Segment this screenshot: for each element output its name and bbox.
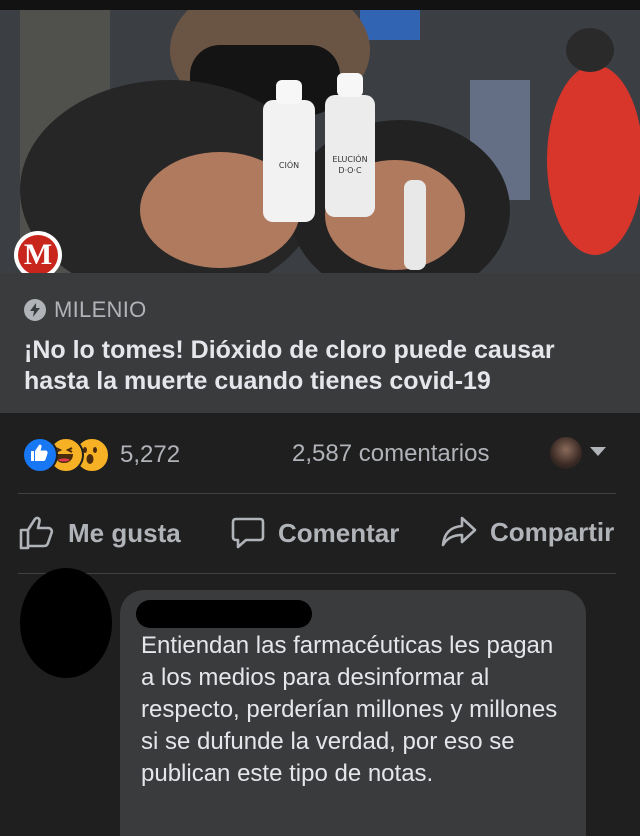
photo-scene: CIÓN ELUCIÓN D·O·C bbox=[0, 10, 640, 273]
chevron-down-icon[interactable] bbox=[590, 447, 606, 456]
comment-text: Entiendan las farmacéuticas les pagan a … bbox=[141, 632, 558, 787]
divider bbox=[18, 493, 616, 494]
thumbs-up-icon bbox=[19, 516, 54, 550]
share-label: Compartir bbox=[490, 516, 615, 547]
milenio-logo: M bbox=[14, 231, 62, 273]
comment-label: Comentar bbox=[278, 517, 400, 548]
like-button[interactable]: Me gusta bbox=[18, 515, 181, 551]
bottle-label-right-top: ELUCIÓN bbox=[332, 153, 367, 164]
like-label: Me gusta bbox=[68, 517, 181, 548]
reaction-summary[interactable]: 5,272 bbox=[22, 437, 180, 473]
bottle-label-right-bottom: D·O·C bbox=[338, 166, 362, 175]
comments-count[interactable]: 2,587 comentarios bbox=[292, 440, 489, 468]
status-bar bbox=[0, 0, 640, 10]
comment-icon bbox=[231, 517, 265, 549]
link-source: MILENIO bbox=[24, 297, 147, 323]
link-preview-card[interactable]: MILENIO ¡No lo tomes! Dióxido de cloro p… bbox=[0, 273, 640, 413]
commenter-avatar-redacted[interactable] bbox=[20, 568, 112, 678]
comment-bubble[interactable]: Entiendan las farmacéuticas les pagan a … bbox=[120, 590, 586, 836]
source-name: MILENIO bbox=[54, 297, 147, 322]
share-icon bbox=[441, 516, 477, 547]
divider bbox=[18, 573, 616, 574]
lightning-icon bbox=[24, 299, 46, 321]
like-icon bbox=[22, 437, 58, 473]
reaction-count: 5,272 bbox=[120, 441, 181, 468]
milenio-logo-letter: M bbox=[18, 235, 58, 273]
comment-button[interactable]: Comentar bbox=[230, 515, 399, 551]
viewer-avatar[interactable] bbox=[550, 437, 582, 469]
commenter-name-redacted[interactable] bbox=[136, 600, 312, 628]
share-button[interactable]: Compartir bbox=[440, 515, 614, 549]
post-actions: Me gusta Comentar Compartir bbox=[0, 505, 640, 565]
bottle-label-left: CIÓN bbox=[279, 159, 299, 170]
post-image[interactable]: CIÓN ELUCIÓN D·O·C M bbox=[0, 10, 640, 273]
link-headline[interactable]: ¡No lo tomes! Dióxido de cloro puede cau… bbox=[24, 335, 624, 397]
